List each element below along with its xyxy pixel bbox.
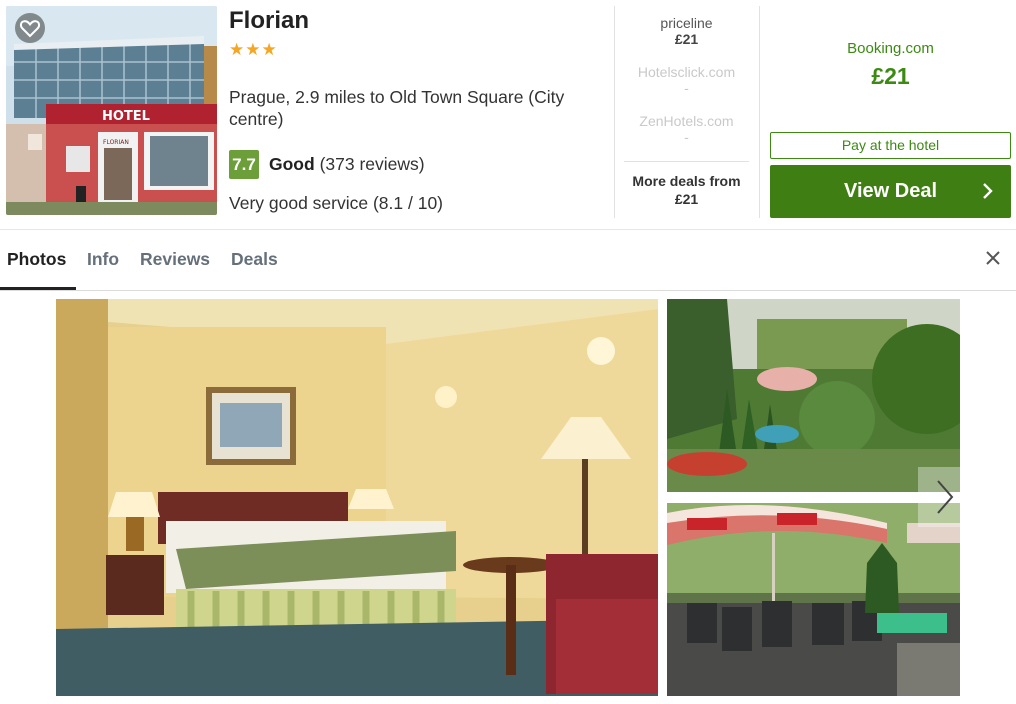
divider <box>624 161 749 162</box>
pay-at-hotel-badge: Pay at the hotel <box>770 132 1011 159</box>
best-deal-provider: Booking.com <box>847 40 934 57</box>
provider-price: - <box>684 129 689 145</box>
provider-name: Hotelsclick.com <box>637 64 736 80</box>
review-count: (373 reviews) <box>319 154 425 174</box>
gallery-photo-terrace[interactable] <box>667 503 960 696</box>
tab-reviews[interactable]: Reviews <box>140 230 210 290</box>
provider-price: £21 <box>674 31 699 47</box>
best-deal[interactable]: Booking.com £21 <box>770 6 1011 90</box>
divider <box>614 6 615 218</box>
view-deal-button[interactable]: View Deal <box>770 165 1011 218</box>
provider-price: - <box>684 80 689 96</box>
chevron-right-icon <box>977 181 997 201</box>
close-icon[interactable] <box>984 249 1002 267</box>
gallery-photo-garden[interactable] <box>667 299 960 492</box>
star-rating: ★★★ <box>229 40 278 59</box>
tab-photos[interactable]: Photos <box>0 230 76 290</box>
rating-summary[interactable]: 7.7 Good (373 reviews) <box>229 150 425 179</box>
provider-priceline[interactable]: priceline £21 <box>624 6 749 55</box>
thumb-sign2-text: FLORIAN <box>103 139 129 146</box>
tab-deals[interactable]: Deals <box>231 230 278 290</box>
score-badge: 7.7 <box>229 150 259 179</box>
rating-word: Good <box>269 154 315 174</box>
gallery-main-photo[interactable] <box>56 299 658 696</box>
service-rating: Very good service (8.1 / 10) <box>229 193 443 213</box>
more-deals-link[interactable]: More deals from £21 <box>624 172 749 208</box>
hotel-name[interactable]: Florian <box>229 7 309 35</box>
hotel-thumbnail[interactable]: HOTEL FLORIAN <box>6 6 217 215</box>
provider-name: ZenHotels.com <box>639 113 734 129</box>
divider <box>759 6 760 218</box>
provider-zenhotels: ZenHotels.com - <box>624 104 749 153</box>
heart-icon[interactable] <box>14 12 46 44</box>
tab-info[interactable]: Info <box>87 230 119 290</box>
provider-hotelsclick: Hotelsclick.com - <box>624 55 749 104</box>
provider-list: priceline £21 Hotelsclick.com - ZenHotel… <box>624 6 749 208</box>
hotel-location[interactable]: Prague, 2.9 miles to Old Town Square (Ci… <box>229 86 599 130</box>
thumb-sign-text: HOTEL <box>102 109 150 124</box>
best-deal-price: £21 <box>871 63 910 89</box>
next-arrow-icon[interactable] <box>918 467 960 527</box>
view-deal-label: View Deal <box>843 180 938 202</box>
more-deals-price: £21 <box>674 191 699 207</box>
provider-name: priceline <box>660 15 713 31</box>
more-deals-label: More deals from <box>632 173 741 189</box>
detail-tabs: Photos Info Reviews Deals <box>0 230 1016 291</box>
